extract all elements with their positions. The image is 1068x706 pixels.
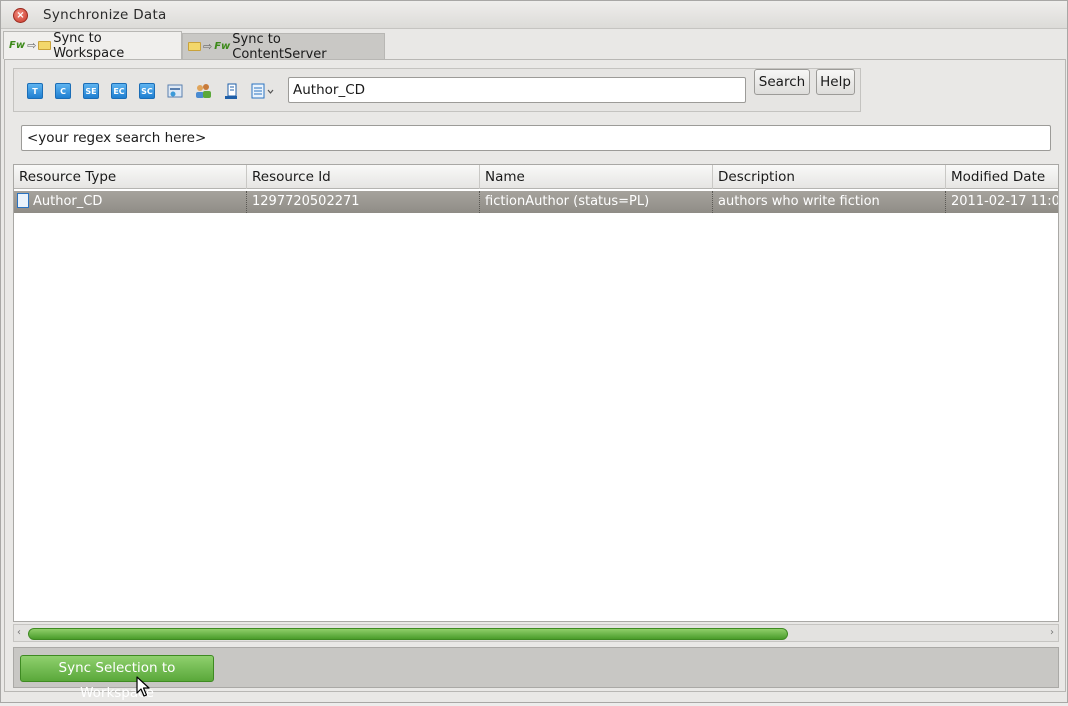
scrollbar-thumb[interactable] xyxy=(28,628,788,640)
column-resource-type[interactable]: Resource Type xyxy=(14,165,247,189)
synchronize-data-window: × Synchronize Data Fw ⇨ Sync to Workspac… xyxy=(0,0,1068,703)
template-type-icon[interactable]: T xyxy=(27,83,43,99)
tab-label: Sync to Workspace xyxy=(53,30,125,61)
folder-icon xyxy=(38,41,52,50)
folder-icon xyxy=(188,42,201,51)
page-definition-icon[interactable] xyxy=(166,82,184,100)
users-roles-icon[interactable] xyxy=(194,82,212,100)
column-description[interactable]: Description xyxy=(713,165,946,189)
title-bar: × Synchronize Data xyxy=(1,1,1067,29)
toolbar: T C SE EC SC Author_CD Search Help xyxy=(13,68,861,112)
column-name[interactable]: Name xyxy=(480,165,713,189)
cell-name: fictionAuthor (status=PL) xyxy=(480,191,713,213)
document-icon xyxy=(17,193,29,208)
column-resource-id[interactable]: Resource Id xyxy=(247,165,480,189)
scroll-right-icon[interactable]: › xyxy=(1050,625,1054,641)
siteentry-type-icon[interactable]: SE xyxy=(83,83,99,99)
resource-table: Resource Type Resource Id Name Descripti… xyxy=(13,164,1059,622)
asset-type-icon[interactable] xyxy=(222,82,240,100)
help-button[interactable]: Help xyxy=(816,69,855,95)
element-catalog-type-icon[interactable]: EC xyxy=(111,83,127,99)
sitecatalog-type-icon[interactable]: SC xyxy=(139,83,155,99)
search-button[interactable]: Search xyxy=(754,69,810,95)
arrow-right-icon: ⇨ xyxy=(27,39,37,52)
cell-resource-type: Author_CD xyxy=(14,191,247,213)
horizontal-scrollbar[interactable]: ‹ › xyxy=(13,624,1059,642)
tab-label: Sync to ContentServer xyxy=(232,31,327,62)
scroll-left-icon[interactable]: ‹ xyxy=(17,625,21,641)
close-icon[interactable]: × xyxy=(13,8,28,23)
tab-sync-to-contentserver[interactable]: ⇨ Fw Sync to ContentServer xyxy=(182,31,385,62)
mouse-pointer-icon xyxy=(136,676,150,697)
footer-bar: Sync Selection to Workspace xyxy=(13,647,1059,701)
tab-sync-to-workspace[interactable]: Fw ⇨ Sync to Workspace xyxy=(3,30,182,61)
sync-selection-button[interactable]: Sync Selection to Workspace xyxy=(20,655,214,701)
fatwire-icon: Fw xyxy=(214,41,231,52)
cell-resource-id: 1297720502271 xyxy=(247,191,480,213)
fatwire-icon: Fw xyxy=(9,40,26,51)
cell-description: authors who write fiction xyxy=(713,191,946,213)
arrow-right-icon: ⇨ xyxy=(202,40,213,53)
window-title: Synchronize Data xyxy=(43,7,167,23)
table-row[interactable]: Author_CD 1297720502271 fictionAuthor (s… xyxy=(14,191,1059,213)
column-modified-date[interactable]: Modified Date xyxy=(946,165,1058,189)
table-header: Resource Type Resource Id Name Descripti… xyxy=(14,165,1058,189)
sync-panel: T C SE EC SC Author_CD Search Help <your… xyxy=(4,59,1066,701)
cell-resource-type-text: Author_CD xyxy=(33,194,103,209)
document-dropdown-icon[interactable] xyxy=(250,82,276,100)
cell-modified-date: 2011-02-17 11:0 xyxy=(951,194,1059,209)
cssource-type-icon[interactable]: C xyxy=(55,83,71,99)
regex-search-input[interactable]: <your regex search here> xyxy=(21,125,1051,151)
resource-search-input[interactable]: Author_CD xyxy=(288,77,746,103)
